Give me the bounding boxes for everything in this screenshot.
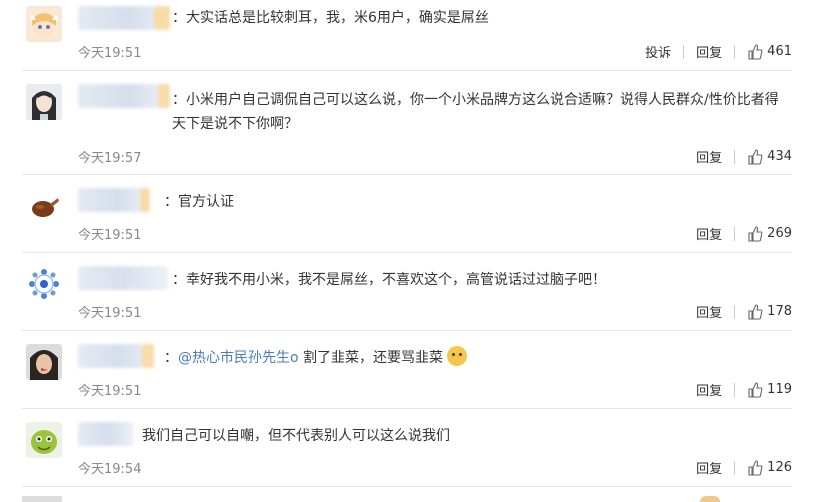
comment-text: ：幸好我不用小米，我不是屌丝，不喜欢这个，高管说话过过脑子吧！ <box>172 272 606 288</box>
like-count: 126 <box>767 460 792 475</box>
like-button[interactable]: 126 <box>747 459 792 476</box>
thumbs-up-icon <box>748 459 763 476</box>
thumbs-up-icon <box>748 43 763 60</box>
next-comment-avatar-partial <box>22 496 62 502</box>
comment-actions: 回复 119 <box>696 380 792 399</box>
cartoon-girl-avatar[interactable] <box>26 6 62 42</box>
comment-text: ：官方认证 <box>164 194 234 210</box>
thumbs-up-icon <box>748 303 763 320</box>
username-redacted[interactable] <box>78 84 170 108</box>
comment-item: ：大实话总是比较刺耳，我，米6用户，确实是屌丝 今天19:51 投诉 回复 46… <box>22 0 792 71</box>
anime-man-avatar[interactable] <box>26 84 62 120</box>
action-divider <box>683 44 685 59</box>
comment-time: 今天19:54 <box>78 462 142 477</box>
reply-button[interactable]: 回复 <box>696 380 722 399</box>
like-count: 434 <box>767 149 792 164</box>
doge-emoji-icon <box>447 346 468 366</box>
comment-item: ：@热心市民孙先生o 割了韭菜，还要骂韭菜 今天19:51 回复 119 <box>22 330 792 409</box>
like-count: 461 <box>767 44 792 59</box>
comment-item: ：官方认证 今天19:51 回复 269 <box>22 174 792 253</box>
comment-actions: 回复 126 <box>696 458 792 477</box>
comment-text: ：小米用户自己调侃自己可以这么说，你一个小米品牌方这么说合适嘛？说得人民群众/性… <box>172 92 779 132</box>
thumbs-up-icon <box>748 148 763 165</box>
comment-time: 今天19:51 <box>78 46 142 61</box>
username-redacted[interactable] <box>78 344 154 368</box>
comment-body: 割了韭菜，还要骂韭菜 <box>298 350 444 366</box>
comment-actions: 回复 269 <box>696 224 792 243</box>
action-divider <box>734 304 736 319</box>
comment-time: 今天19:51 <box>78 306 142 321</box>
like-button[interactable]: 461 <box>747 43 792 60</box>
username-redacted[interactable] <box>78 6 170 30</box>
comment-prefix: ： <box>164 350 178 366</box>
comment-time: 今天19:51 <box>78 384 142 399</box>
comment-item: ：小米用户自己调侃自己可以这么说，你一个小米品牌方这么说合适嘛？说得人民群众/性… <box>22 70 792 175</box>
reply-button[interactable]: 回复 <box>696 302 722 321</box>
action-divider <box>734 149 736 164</box>
like-button[interactable]: 434 <box>747 148 792 165</box>
comment-item: ：幸好我不用小米，我不是屌丝，不喜欢这个，高管说话过过脑子吧！ 今天19:51 … <box>22 252 792 331</box>
username-redacted[interactable] <box>78 266 168 290</box>
blue-dots-pattern-avatar[interactable] <box>26 266 62 302</box>
comment-text: ：@热心市民孙先生o 割了韭菜，还要骂韭菜 <box>164 346 784 370</box>
like-count: 178 <box>767 304 792 319</box>
reply-button[interactable]: 回复 <box>696 147 722 166</box>
comment-actions: 投诉 回复 461 <box>645 42 792 61</box>
thumbs-up-icon <box>748 225 763 242</box>
username-redacted[interactable] <box>78 188 150 212</box>
report-button[interactable]: 投诉 <box>645 42 671 61</box>
comment-text: 我们自己可以自嘲，但不代表别人可以这么说我们 <box>142 428 450 444</box>
action-divider <box>734 460 736 475</box>
comment-text: ：大实话总是比较刺耳，我，米6用户，确实是屌丝 <box>172 10 489 26</box>
username-redacted[interactable] <box>78 422 134 446</box>
roast-chicken-avatar[interactable] <box>26 188 62 224</box>
like-button[interactable]: 269 <box>747 225 792 242</box>
like-button[interactable]: 119 <box>747 381 792 398</box>
person-face-avatar[interactable] <box>26 344 62 380</box>
user-mention-link[interactable]: @热心市民孙先生o <box>178 350 299 366</box>
comment-item: 我们自己可以自嘲，但不代表别人可以这么说我们 今天19:54 回复 126 <box>22 408 792 487</box>
like-button[interactable]: 178 <box>747 303 792 320</box>
comment-actions: 回复 434 <box>696 147 792 166</box>
comment-time: 今天19:57 <box>78 151 142 166</box>
reply-button[interactable]: 回复 <box>696 224 722 243</box>
action-divider <box>734 226 736 241</box>
reply-button[interactable]: 回复 <box>696 42 722 61</box>
reply-button[interactable]: 回复 <box>696 458 722 477</box>
like-count: 119 <box>767 382 792 397</box>
thumbs-up-icon <box>748 381 763 398</box>
like-count: 269 <box>767 226 792 241</box>
comment-actions: 回复 178 <box>696 302 792 321</box>
next-comment-emoji-partial <box>700 496 720 502</box>
comment-time: 今天19:51 <box>78 228 142 243</box>
green-cartoon-avatar[interactable] <box>26 422 62 458</box>
action-divider <box>734 44 736 59</box>
action-divider <box>734 382 736 397</box>
